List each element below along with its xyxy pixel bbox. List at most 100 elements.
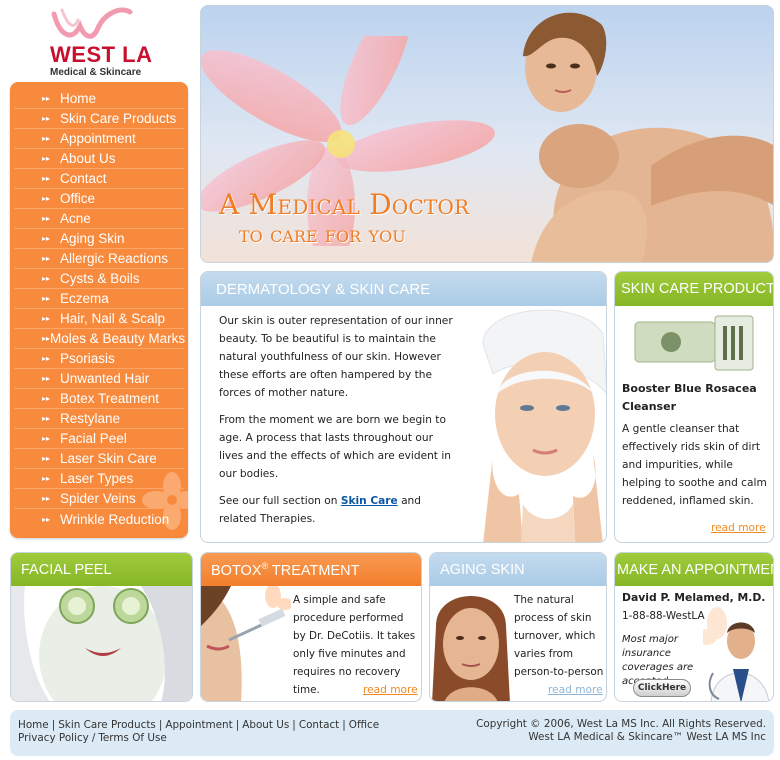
nav-item-label: Botex Treatment: [60, 391, 160, 406]
nav-item-label: Cysts & Boils: [60, 271, 140, 286]
aging-skin-title[interactable]: AGING SKIN: [440, 562, 525, 578]
dermatology-panel: DERMATOLOGY & SKIN CARE Our skin is oute…: [200, 271, 607, 543]
click-here-button[interactable]: ClickHere: [633, 679, 691, 697]
double-arrow-icon: ▸▸: [42, 374, 51, 383]
nav-item-cysts-boils[interactable]: ▸▸ Cysts & Boils: [14, 269, 184, 289]
dermatology-paragraph: From the moment we are born we begin to …: [219, 414, 451, 480]
copyright: Copyright © 2006, West La MS Inc. All Ri…: [476, 718, 766, 744]
botox-panel: BOTOX® TREATMENT A simple and safe proce…: [200, 552, 422, 702]
nav-item-label: Spider Veins: [60, 491, 136, 506]
nav-item-eczema[interactable]: ▸▸ Eczema: [14, 289, 184, 309]
nav-item-unwanted-hair[interactable]: ▸▸ Unwanted Hair: [14, 369, 184, 389]
footer-link-row: Home | Skin Care Products | Appointment | Abou…: [18, 719, 379, 732]
double-arrow-icon: ▸▸: [42, 114, 51, 123]
nav-item-label: Unwanted Hair: [60, 371, 150, 386]
nav-item-laser-types[interactable]: ▸▸ Laser Types: [14, 469, 184, 489]
sidebar-nav: ▸▸ Home ▸▸ Skin Care Products ▸▸ Appointment ▸…: [10, 82, 188, 538]
aging-skin-read-more-link[interactable]: read more: [548, 684, 603, 696]
older-woman-image: [430, 586, 512, 701]
dermatology-title: DERMATOLOGY & SKIN CARE: [216, 280, 431, 298]
double-arrow-icon: ▸▸: [42, 94, 51, 103]
nav-item-restylane[interactable]: ▸▸ Restylane: [14, 409, 184, 429]
products-read-more-link[interactable]: read more: [711, 522, 766, 534]
nav-item-label: Hair, Nail & Scalp: [60, 311, 166, 326]
footer-link-skin-care-products[interactable]: Skin Care Products: [58, 719, 156, 731]
nav-item-laser-skin-care[interactable]: ▸▸ Laser Skin Care: [14, 449, 184, 469]
nav-item-label: Psoriasis: [60, 351, 115, 366]
doctor-image: [703, 607, 770, 701]
terms-of-use-link[interactable]: Terms Of Use: [98, 732, 166, 744]
botox-title-rest: TREATMENT: [268, 562, 360, 579]
footer-separator: |: [292, 719, 296, 731]
nav-item-office[interactable]: ▸▸ Office: [14, 189, 184, 209]
botox-description: A simple and safe procedure performed by…: [293, 594, 416, 696]
nav-item-psoriasis[interactable]: ▸▸ Psoriasis: [14, 349, 184, 369]
nav-item-hair-nail-scalp[interactable]: ▸▸ Hair, Nail & Scalp: [14, 309, 184, 329]
logo-swoosh-icon: [51, 7, 133, 39]
nav-item-label: Facial Peel: [60, 431, 127, 446]
dermatology-link-prefix: See our full section on: [219, 495, 341, 507]
dermatology-header: DERMATOLOGY & SKIN CARE: [201, 272, 606, 306]
hero-subtitle: to care for you: [239, 222, 406, 248]
nav-item-about-us[interactable]: ▸▸ About Us: [14, 149, 184, 169]
doctor-name: David P. Melamed, M.D.: [622, 591, 766, 604]
nav-item-skin-care-products[interactable]: ▸▸ Skin Care Products: [14, 109, 184, 129]
nav-item-wrinkle-reduction[interactable]: ▸▸ Wrinkle Reduction: [14, 509, 184, 529]
product-description: A gentle cleanser that effectively rids …: [622, 423, 767, 507]
nav-item-label: Acne: [60, 211, 91, 226]
logo-tagline: Medical & Skincare: [50, 67, 142, 78]
botox-header: BOTOX® TREATMENT: [201, 553, 421, 586]
footer-separator: |: [158, 719, 163, 731]
dermatology-paragraph: Our skin is outer representation of our …: [219, 315, 453, 399]
privacy-policy-link[interactable]: Privacy Policy: [18, 732, 89, 744]
footer-link-office[interactable]: Office: [349, 719, 379, 731]
double-arrow-icon: ▸▸: [42, 474, 51, 483]
double-arrow-icon: ▸▸: [42, 494, 51, 503]
footer-separator: |: [342, 719, 346, 731]
nav-item-allergic-reactions[interactable]: ▸▸ Allergic Reactions: [14, 249, 184, 269]
skin-care-link[interactable]: Skin Care: [341, 495, 398, 507]
double-arrow-icon: ▸▸: [42, 434, 51, 443]
nav-item-label: Moles & Beauty Marks: [50, 331, 186, 346]
double-arrow-icon: ▸▸: [42, 334, 51, 343]
botox-title[interactable]: BOTOX® TREATMENT: [211, 561, 359, 579]
appointment-panel: MAKE AN APPOINTMENT David P. Melamed, M.…: [614, 552, 774, 702]
product-tube-image[interactable]: [631, 312, 757, 374]
nav-item-spider-veins[interactable]: ▸▸ Spider Veins: [14, 489, 184, 509]
facial-peel-title[interactable]: FACIAL PEEL: [21, 562, 112, 578]
nav-item-home[interactable]: ▸▸ Home: [14, 89, 184, 109]
product-name[interactable]: Booster Blue Rosacea Cleanser: [622, 380, 770, 416]
facial-peel-panel: FACIAL PEEL: [10, 552, 193, 702]
skin-care-products-panel: SKIN CARE PRODUCTS Booster Blue Rosacea …: [614, 271, 774, 543]
facial-peel-header: FACIAL PEEL: [11, 553, 192, 586]
hero-banner: A Medical Doctor to care for you: [200, 5, 774, 263]
logo-name: WEST LA: [50, 42, 153, 67]
products-header: SKIN CARE PRODUCTS: [615, 272, 773, 306]
double-arrow-icon: ▸▸: [42, 194, 51, 203]
footer-link-home[interactable]: Home: [18, 719, 49, 731]
nav-item-aging-skin[interactable]: ▸▸ Aging Skin: [14, 229, 184, 249]
nav-item-botex-treatment[interactable]: ▸▸ Botex Treatment: [14, 389, 184, 409]
site-logo[interactable]: WEST LA Medical & Skincare: [44, 6, 164, 78]
facial-mask-image: [11, 586, 192, 701]
footer-link-contact[interactable]: Contact: [299, 719, 339, 731]
double-arrow-icon: ▸▸: [42, 314, 51, 323]
nav-item-facial-peel[interactable]: ▸▸ Facial Peel: [14, 429, 184, 449]
nav-item-label: Skin Care Products: [60, 111, 177, 126]
botox-read-more-link[interactable]: read more: [363, 684, 418, 696]
nav-item-label: Allergic Reactions: [60, 251, 169, 266]
double-arrow-icon: ▸▸: [42, 414, 51, 423]
footer-link-about-us[interactable]: About Us: [242, 719, 289, 731]
nav-item-contact[interactable]: ▸▸ Contact: [14, 169, 184, 189]
footer-link-appointment[interactable]: Appointment: [165, 719, 232, 731]
nav-item-acne[interactable]: ▸▸ Acne: [14, 209, 184, 229]
trademark-line: West LA Medical & Skincare™ West LA MS I…: [528, 731, 766, 743]
double-arrow-icon: ▸▸: [42, 254, 51, 263]
nav-item-label: Office: [60, 191, 96, 206]
dermatology-body: Our skin is outer representation of our …: [219, 312, 459, 537]
double-arrow-icon: ▸▸: [42, 134, 51, 143]
nav-item-appointment[interactable]: ▸▸ Appointment: [14, 129, 184, 149]
nav-item-label: Laser Skin Care: [60, 451, 157, 466]
appointment-title[interactable]: MAKE AN APPOINTMENT: [617, 562, 773, 578]
nav-item-moles-beauty-marks[interactable]: ▸▸ Moles & Beauty Marks: [14, 329, 186, 349]
